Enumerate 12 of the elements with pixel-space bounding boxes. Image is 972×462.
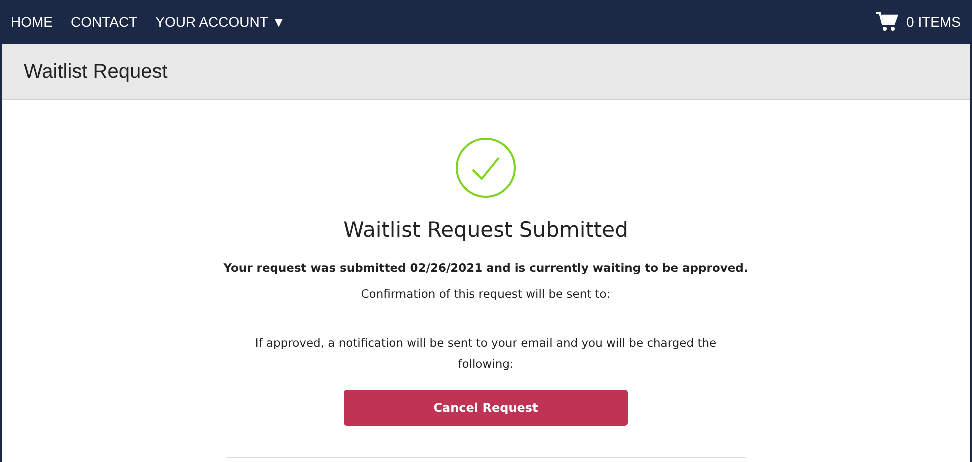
confirmation-text: Confirmation of this request will be sent to:: [361, 286, 611, 303]
status-message: Your request was submitted 02/26/2021 and is currently waiting to be approved.: [224, 260, 748, 276]
cancel-request-button[interactable]: Cancel Request: [344, 390, 628, 426]
nav-link[interactable]: CONTACT: [71, 12, 138, 32]
confirmation-heading: Waitlist Request Submitted: [344, 217, 628, 244]
nav-link[interactable]: HOME: [11, 12, 53, 32]
panel-title: Waitlist Request: [24, 60, 168, 84]
cart-icon[interactable]: [876, 12, 898, 32]
cart-items-link[interactable]: 0 ITEMS: [906, 12, 961, 32]
check-circle-icon: [455, 137, 517, 199]
charge-note: If approved, a notification will be sent to your email and you will be charged the following:: [254, 335, 718, 373]
nav-link[interactable]: YOUR ACCOUNT ▼: [156, 12, 286, 32]
